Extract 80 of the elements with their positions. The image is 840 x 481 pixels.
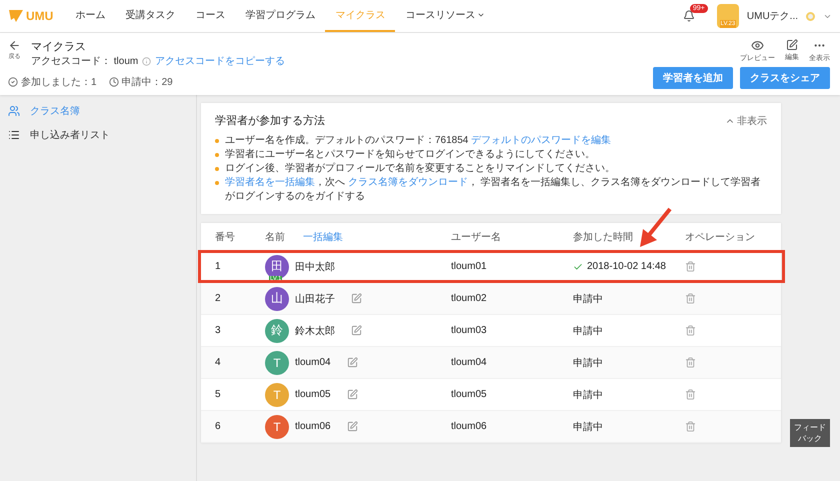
table-cell: 2018-10-02 14:48 — [587, 261, 666, 272]
access-code: アクセスコード： tloum — [31, 55, 138, 68]
nav-tab[interactable]: コース — [185, 0, 236, 32]
table-cell-text: 1 — [215, 261, 222, 272]
coin-icon — [806, 12, 815, 20]
delete-icon[interactable] — [685, 389, 696, 400]
edit-icon[interactable] — [351, 293, 362, 304]
table-cell-text: 申請中 — [573, 356, 603, 370]
bullet-icon — [215, 167, 219, 171]
bullet-icon — [215, 153, 219, 157]
table-cell-text: 申請中 — [573, 420, 603, 434]
column-header: 名前 — [265, 230, 285, 244]
table-cell-text: 鈴木太郎 — [295, 324, 335, 338]
edit-icon — [786, 39, 798, 51]
delete-icon[interactable] — [685, 421, 696, 432]
nav-tab[interactable]: コースリソース — [395, 0, 496, 32]
bullet-icon — [215, 139, 219, 143]
logo-icon — [8, 8, 24, 24]
table-cell: tloum06 — [295, 421, 331, 432]
avatar-icon: 鈴 — [265, 318, 289, 342]
instruction-text: ユーザー名を作成。デフォルトのパスワード：761854 デフォルトのパスワードを編集 — [225, 134, 612, 148]
check-circle-icon — [8, 77, 18, 87]
avatar-icon: T — [265, 350, 289, 374]
delete-icon[interactable] — [685, 357, 696, 368]
table-cell-text: tloum06 — [451, 421, 488, 432]
table-cell-text: 申請中 — [573, 388, 603, 402]
avatar-icon: T — [265, 382, 289, 406]
stat-text: 申請中：29 — [122, 76, 173, 89]
bell-icon[interactable] — [682, 10, 695, 22]
hide-toggle[interactable]: 非表示 — [725, 114, 767, 128]
stat-text: 参加しました：1 — [21, 76, 97, 89]
delete-icon[interactable] — [685, 293, 696, 304]
table-cell-text: tloum05 — [451, 389, 488, 400]
table-cell-text: tloum04 — [451, 357, 488, 368]
table-cell-text: tloum01 — [451, 261, 488, 272]
column-header: 番号 — [215, 230, 236, 244]
column-header: オペレーション — [685, 230, 756, 244]
table-cell-text: 5 — [215, 389, 222, 400]
edit-icon[interactable] — [351, 325, 362, 336]
nav-tab[interactable]: 学習プログラム — [235, 0, 326, 32]
table-cell-text: 山田花子 — [295, 292, 335, 306]
logo-text: UMU — [26, 9, 54, 23]
table-cell: tloum05 — [295, 389, 331, 400]
delete-icon[interactable] — [685, 325, 696, 336]
clock-icon — [108, 77, 119, 87]
arrow-drawing — [637, 207, 673, 249]
avatar-icon: 山 — [265, 286, 289, 310]
back-icon — [8, 39, 21, 52]
nav-tab[interactable]: ホーム — [65, 0, 116, 32]
table-cell-text: 3 — [215, 325, 222, 336]
table-cell-text: 申請中 — [573, 292, 603, 306]
sidebar-item[interactable]: 申し込み者リスト — [0, 123, 196, 147]
instruction-text: ログイン後、学習者がプロフィールで名前を変更することをリマインドしてください。 — [225, 162, 615, 176]
page-title: マイクラス — [31, 40, 87, 54]
feedback-button[interactable]: フィードバック — [790, 419, 830, 447]
column-header: 参加した時間 — [573, 230, 634, 244]
table-cell-text: 田中太郎 — [295, 260, 335, 274]
info-icon — [142, 56, 152, 66]
table-cell-text: 2 — [215, 293, 222, 304]
table-cell-text: 4 — [215, 357, 222, 368]
edit-icon[interactable] — [346, 389, 358, 400]
edit-icon[interactable] — [346, 357, 358, 368]
avatar-icon: T — [265, 414, 289, 438]
table-cell-text: tloum03 — [451, 325, 488, 336]
table-cell-text: tloum02 — [451, 293, 488, 304]
instruction-text: 学習者名を一括編集，次へ クラス名簿をダウンロード， 学習者名を一括編集し、クラス名簿をダウンロードして学習者がログインするのをガイドする — [225, 176, 762, 204]
table-cell-text: 6 — [215, 421, 222, 432]
table-cell-text: 申請中 — [573, 324, 603, 338]
eye-icon — [751, 39, 764, 52]
delete-icon[interactable] — [685, 261, 696, 272]
user-name[interactable]: UMUテク... — [746, 9, 798, 23]
instruction-text: 学習者にユーザー名とパスワードを知らせてログインできるようにしてください。 — [225, 148, 595, 162]
caret-icon — [477, 11, 486, 19]
users-icon — [8, 105, 20, 117]
nav-tab[interactable]: 受講タスク — [115, 0, 186, 32]
bullet-icon — [215, 181, 219, 185]
column-header: ユーザー名 — [451, 230, 502, 244]
card-title: 学習者が参加する方法 — [215, 114, 325, 128]
table-cell: tloum04 — [295, 357, 331, 368]
edit-icon[interactable] — [346, 421, 358, 432]
